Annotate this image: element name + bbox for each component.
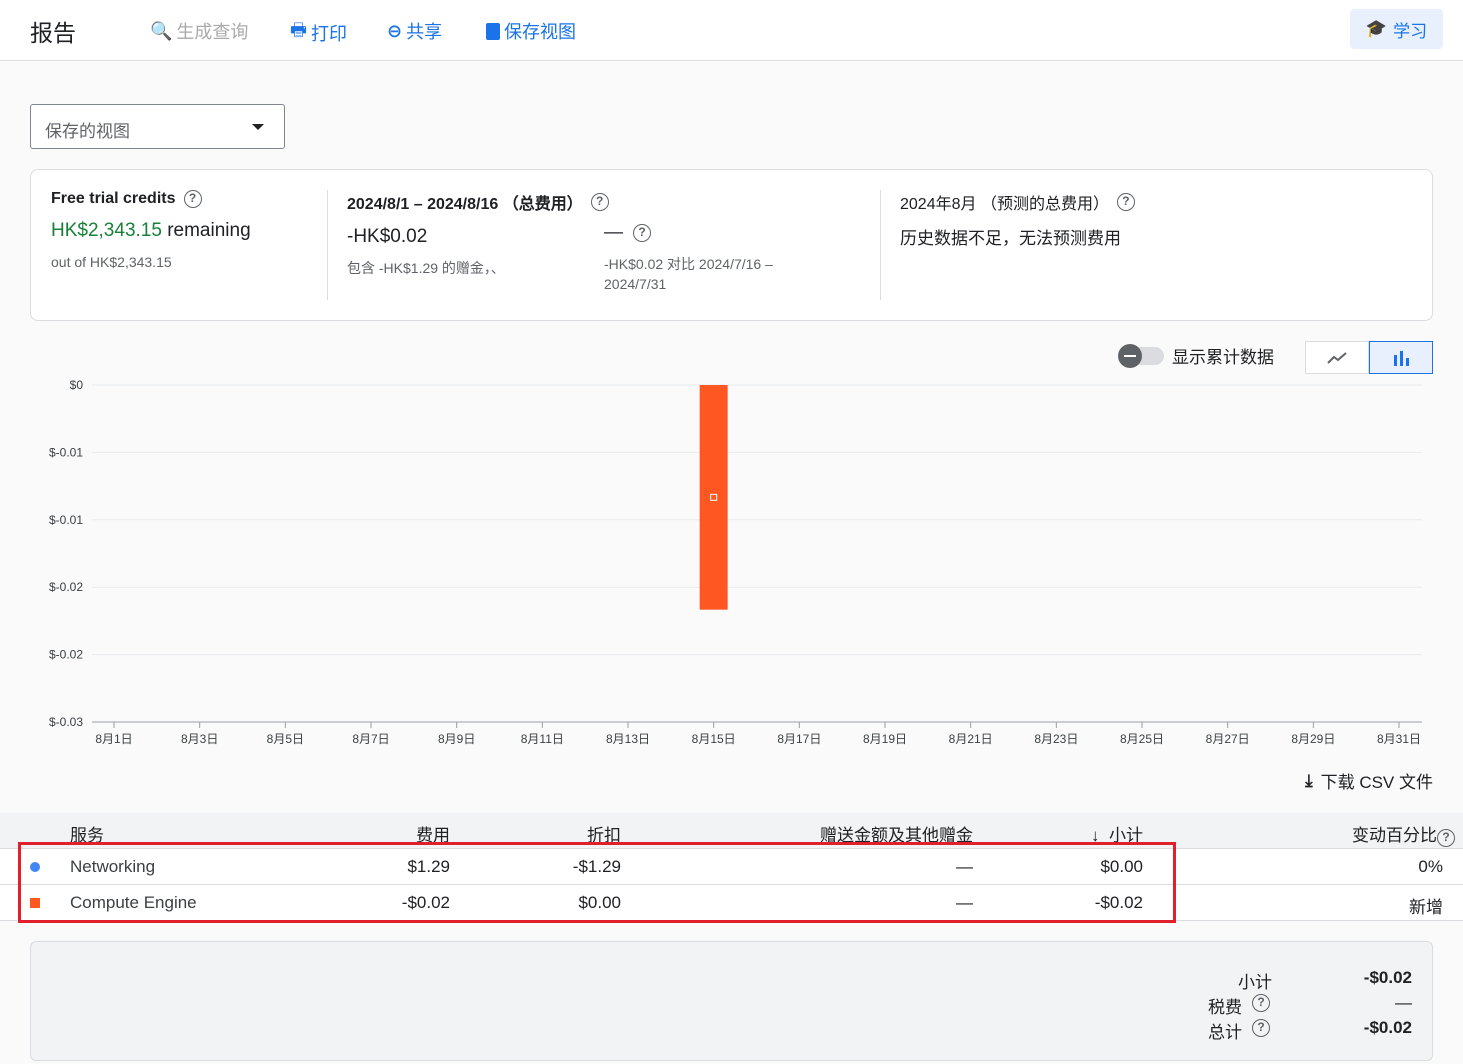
credits-remaining-label: remaining [167,220,251,241]
report-content: 保存的视图 Free trial credits? HK$2,343.15 re… [0,61,1463,1064]
summary-card: Free trial credits? HK$2,343.15 remainin… [30,169,1433,321]
cost-chart: 显示累计数据 $0 $-0.01 $-0.01 $-0.02 $-0.02 $-0.03 8… [0,331,1463,751]
page-title: 报告 [30,20,76,46]
print-icon: 🖶 [290,20,307,40]
save-view-button[interactable]: 保存视图 [486,18,576,44]
x-tick-label: 8月9日 [438,732,475,746]
period-title: 2024/8/1 – 2024/8/16 （总费用） [347,196,583,213]
divider [327,190,328,300]
learn-button[interactable]: 🎓 学习 [1350,9,1443,49]
divider [880,190,881,300]
period-change: — [604,222,623,243]
period-compare: -HK$0.02 对比 2024/7/16 – 2024/7/31 [604,256,773,292]
y-tick-label: $-0.02 [49,580,83,594]
x-tick-label: 8月29日 [1291,732,1335,746]
y-tick-label: $-0.01 [49,445,83,459]
period-amount: -HK$0.02 [347,226,428,247]
download-icon: ⤓ [1305,770,1313,790]
x-tick-label: 8月7日 [352,732,389,746]
change-percent: 新增 [1409,898,1443,917]
forecast-title: 2024年8月 （预测的总费用） [900,196,1109,213]
tax-value: — [1395,993,1412,1012]
x-tick-label: 8月19日 [863,732,907,746]
x-tick-label: 8月21日 [949,732,993,746]
school-icon: 🎓 [1365,19,1388,38]
share-button[interactable]: ⊖ 共享 [387,18,442,44]
x-tick-label: 8月27日 [1206,732,1250,746]
help-icon[interactable]: ? [1252,1019,1270,1037]
x-tick-label: 8月3日 [181,732,218,746]
help-icon[interactable]: ? [1437,829,1455,847]
generate-query-button[interactable]: 🔍 生成查询 [150,18,248,44]
link-icon: ⊖ [387,20,403,41]
top-bar: 报告 🔍 生成查询 🖶 打印 ⊖ 共享 保存视图 🎓 学习 [0,0,1463,61]
x-tick-label: 8月23日 [1034,732,1078,746]
x-tick-label: 8月25日 [1120,732,1164,746]
subtotal-label: 小计 [1238,973,1272,992]
query-icon: 🔍 [150,20,173,41]
tax-label: 税费 [1208,998,1242,1017]
chart-plot: $0 $-0.01 $-0.01 $-0.02 $-0.02 $-0.03 8月1日 8月3日… [49,378,1422,746]
y-tick-label: $-0.01 [49,513,83,527]
x-tick-label: 8月1日 [95,732,132,746]
help-icon[interactable]: ? [590,193,609,211]
download-csv-button[interactable]: ⤓ 下载 CSV 文件 [1305,768,1433,793]
help-icon[interactable]: ? [1116,193,1135,211]
highlight-box [18,842,1176,923]
help-icon[interactable]: ? [183,190,202,208]
chevron-down-icon [252,124,264,130]
help-icon[interactable]: ? [1252,994,1270,1012]
change-percent: 0% [1418,857,1443,876]
totals-panel: 小计 -$0.02 税费 ? — 总计 ? -$0.02 [30,941,1433,1061]
x-tick-label: 8月13日 [606,732,650,746]
credits-out-of: out of HK$2,343.15 [51,254,172,270]
x-tick-label: 8月5日 [267,732,304,746]
forecast-text: 历史数据不足，无法预测费用 [900,229,1121,248]
bar-compute-engine [699,385,728,610]
x-tick-label: 8月17日 [777,732,821,746]
total-value: -$0.02 [1363,1018,1412,1037]
y-tick-label: $0 [70,378,84,392]
subtotal-value: -$0.02 [1363,968,1412,987]
document-icon [486,22,500,40]
credits-title: Free trial credits [51,190,176,207]
saved-views-dropdown[interactable]: 保存的视图 [30,104,285,149]
x-tick-label: 8月11日 [521,732,564,746]
y-tick-label: $-0.03 [49,715,83,729]
y-tick-label: $-0.02 [49,648,83,662]
x-tick-label: 8月15日 [692,732,736,746]
total-label: 总计 [1208,1023,1242,1042]
x-tick-label: 8月31日 [1377,732,1421,746]
print-button[interactable]: 🖶 打印 [290,18,347,48]
help-icon[interactable]: ? [633,224,651,242]
credits-remaining-amount: HK$2,343.15 [51,220,162,241]
col-change[interactable]: 变动百分比 ? [1352,821,1455,847]
